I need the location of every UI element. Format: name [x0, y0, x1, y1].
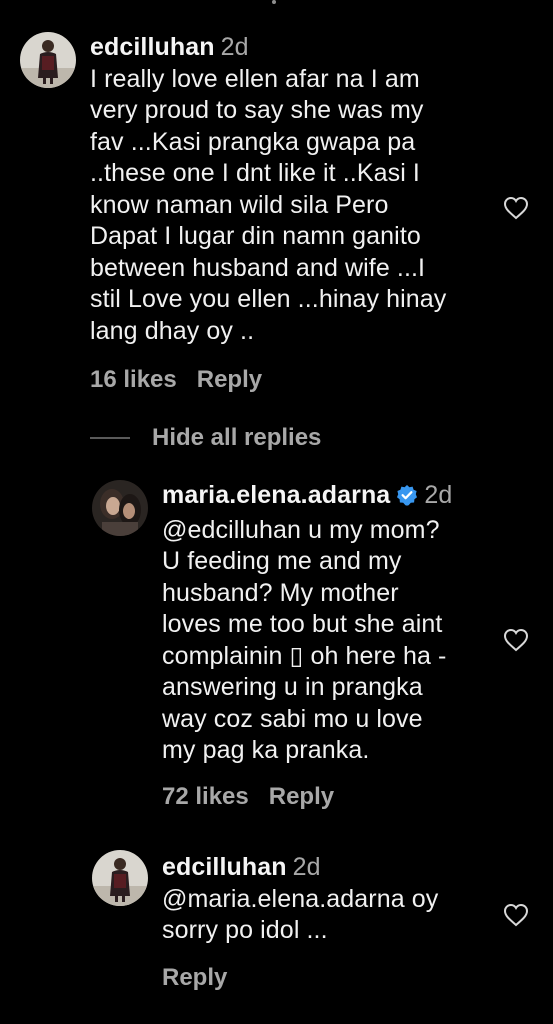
comment-username[interactable]: edcilluhan	[162, 853, 287, 881]
comment-line: U feeding me and my	[162, 547, 402, 575]
like-heart-icon[interactable]	[503, 196, 529, 225]
avatar[interactable]	[92, 480, 148, 536]
comment-line: complainin ▯ oh here ha -	[162, 641, 447, 670]
profile-photo-icon	[20, 32, 76, 88]
comment-line: between husband and wife ...I	[90, 253, 426, 282]
verified-badge-icon	[396, 483, 418, 515]
comment-line: know naman wild sila Pero	[90, 190, 389, 219]
comment-actions: Reply	[162, 964, 227, 992]
like-heart-icon[interactable]	[503, 903, 529, 932]
profile-photo-icon	[92, 480, 148, 536]
comment-line: my pag ka pranka.	[162, 736, 370, 764]
likes-count[interactable]: 72 likes	[162, 783, 249, 810]
comment-line: husband? My mother	[162, 578, 399, 607]
reply-button[interactable]: Reply	[197, 366, 262, 393]
comment-actions: 16 likes Reply	[90, 366, 262, 394]
comment-line: @maria.elena.adarna oy	[162, 884, 439, 913]
comment-line: very proud to say she was my	[90, 96, 424, 124]
comment-line: sorry po idol ...	[162, 916, 328, 944]
comment-line: @edcilluhan u my mom?	[162, 515, 440, 544]
avatar[interactable]	[20, 32, 76, 88]
comment-line: lang dhay oy ..	[90, 316, 255, 345]
comment-time: 2d	[292, 853, 321, 881]
hide-replies-label[interactable]: Hide all replies	[152, 424, 321, 452]
comment-text: edcilluhan 2d I really love ellen afar na…	[90, 32, 446, 347]
divider-line	[90, 437, 130, 439]
comment-line: answering u in prangka	[162, 673, 423, 701]
reply-button[interactable]: Reply	[162, 964, 227, 991]
comment-username[interactable]: edcilluhan	[90, 33, 215, 61]
reply-button[interactable]: Reply	[269, 783, 334, 810]
avatar[interactable]	[92, 850, 148, 906]
comment-time: 2d	[424, 481, 453, 509]
comment-line: fav ...Kasi prangka gwapa pa	[90, 127, 416, 156]
comment-line: ..these one I dnt like it ..Kasi I	[90, 159, 420, 187]
profile-photo-icon	[92, 850, 148, 906]
hide-replies-toggle[interactable]: Hide all replies	[90, 424, 321, 452]
comment-line: way coz sabi mo u love	[162, 704, 423, 733]
like-heart-icon[interactable]	[503, 628, 529, 657]
comment-line: I really love ellen afar na I am	[90, 64, 420, 93]
comment-line: stil Love you ellen ...hinay hinay	[90, 285, 447, 313]
comment-line: Dapat I lugar din namn ganito	[90, 222, 421, 250]
comment-time: 2d	[220, 33, 249, 61]
comment-line: loves me too but she aint	[162, 610, 443, 638]
likes-count[interactable]: 16 likes	[90, 366, 177, 393]
comment-username[interactable]: maria.elena.adarna	[162, 481, 390, 509]
reply-text: edcilluhan 2d @maria.elena.adarna oy sorr…	[162, 852, 438, 947]
comments-screen: edcilluhan 2d I really love ellen afar na…	[0, 0, 553, 1024]
status-dot	[272, 0, 276, 4]
reply-text: maria.elena.adarna 2d @edcilluhan u my m…	[162, 480, 452, 767]
comment-actions: 72 likes Reply	[162, 783, 334, 811]
